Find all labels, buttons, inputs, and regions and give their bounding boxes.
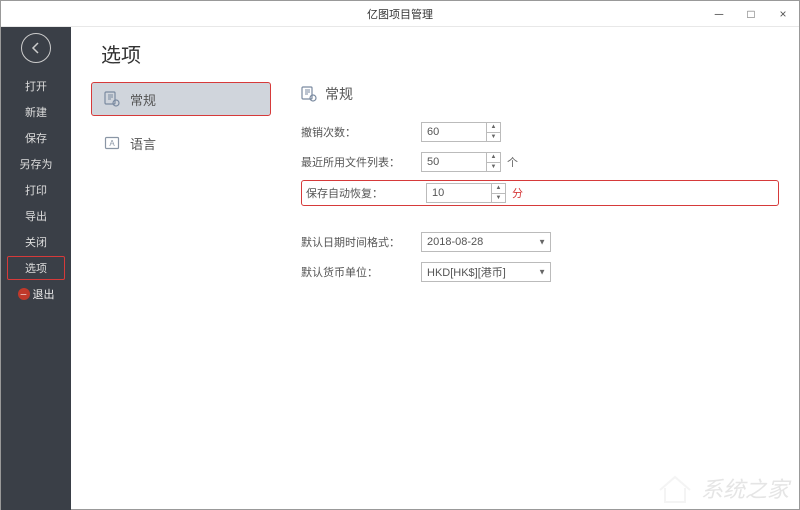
house-icon [655, 472, 695, 504]
sidebar-item-save[interactable]: 保存 [7, 126, 65, 150]
undo-field[interactable]: 60 ▲ ▼ [421, 122, 501, 142]
recent-label: 最近所用文件列表： [301, 154, 421, 170]
window-controls: ─ □ × [703, 1, 799, 27]
autosave-field[interactable]: 10 ▲ ▼ [426, 183, 506, 203]
content-panel: 选项 常规 A 语言 [71, 27, 799, 510]
spinner-down-icon[interactable]: ▼ [487, 133, 500, 142]
spinner-up-icon[interactable]: ▲ [492, 184, 505, 194]
spinner-up-icon[interactable]: ▲ [487, 123, 500, 133]
chevron-down-icon[interactable]: ▼ [538, 268, 546, 277]
sidebar-item-exit[interactable]: ─ 退出 [7, 282, 65, 306]
autosave-value: 10 [432, 187, 444, 199]
spinner-down-icon[interactable]: ▼ [487, 163, 500, 172]
chevron-down-icon[interactable]: ▼ [538, 238, 546, 247]
sidebar-item-export[interactable]: 导出 [7, 204, 65, 228]
category-language[interactable]: A 语言 [91, 126, 271, 160]
recent-spinner: ▲ ▼ [486, 153, 500, 171]
page-title: 选项 [101, 39, 779, 68]
autosave-label: 保存自动恢复： [306, 185, 426, 201]
section-title: 常规 [325, 84, 353, 104]
category-general[interactable]: 常规 [91, 82, 271, 116]
sidebar-item-print[interactable]: 打印 [7, 178, 65, 202]
title-bar: 亿图项目管理 ─ □ × [1, 1, 799, 27]
maximize-button[interactable]: □ [735, 1, 767, 27]
back-button[interactable] [21, 33, 51, 63]
undo-label: 撤销次数： [301, 124, 421, 140]
window-title: 亿图项目管理 [367, 6, 433, 22]
category-list: 常规 A 语言 [91, 82, 271, 290]
row-currency: 默认货币单位： HKD[HK$][港币] ▼ [301, 260, 779, 284]
section-header: 常规 [301, 84, 779, 104]
recent-value: 50 [427, 156, 439, 168]
watermark: 系统之家 [655, 472, 789, 504]
recent-unit: 个 [507, 154, 518, 170]
row-undo: 撤销次数： 60 ▲ ▼ [301, 120, 779, 144]
category-language-label: 语言 [130, 134, 156, 153]
sidebar: 打开 新建 保存 另存为 打印 导出 关闭 选项 ─ 退出 [1, 27, 71, 510]
sidebar-item-options[interactable]: 选项 [7, 256, 65, 280]
category-general-label: 常规 [130, 90, 156, 109]
exit-icon: ─ [18, 288, 30, 300]
row-dateformat: 默认日期时间格式： 2018-08-28 ▼ [301, 230, 779, 254]
dateformat-label: 默认日期时间格式： [301, 234, 421, 250]
spinner-down-icon[interactable]: ▼ [492, 194, 505, 203]
row-recent: 最近所用文件列表： 50 ▲ ▼ 个 [301, 150, 779, 174]
arrow-left-icon [30, 42, 42, 54]
close-button[interactable]: × [767, 1, 799, 27]
currency-label: 默认货币单位： [301, 264, 421, 280]
currency-value: HKD[HK$][港币] [427, 264, 506, 280]
currency-field[interactable]: HKD[HK$][港币] ▼ [421, 262, 551, 282]
undo-spinner: ▲ ▼ [486, 123, 500, 141]
spinner-up-icon[interactable]: ▲ [487, 153, 500, 163]
settings-panel: 常规 撤销次数： 60 ▲ ▼ 最近所用文件列表： 50 [301, 82, 779, 290]
minimize-button[interactable]: ─ [703, 1, 735, 27]
general-icon [104, 91, 120, 107]
general-icon [301, 86, 317, 102]
language-icon: A [104, 135, 120, 151]
undo-value: 60 [427, 126, 439, 138]
sidebar-item-new[interactable]: 新建 [7, 100, 65, 124]
autosave-unit: 分 [512, 185, 523, 201]
dateformat-value: 2018-08-28 [427, 236, 483, 248]
recent-field[interactable]: 50 ▲ ▼ [421, 152, 501, 172]
sidebar-item-saveas[interactable]: 另存为 [7, 152, 65, 176]
main-area: 打开 新建 保存 另存为 打印 导出 关闭 选项 ─ 退出 选项 常规 [1, 27, 799, 510]
sidebar-item-open[interactable]: 打开 [7, 74, 65, 98]
row-autosave: 保存自动恢复： 10 ▲ ▼ 分 [301, 180, 779, 206]
sidebar-item-close[interactable]: 关闭 [7, 230, 65, 254]
autosave-spinner: ▲ ▼ [491, 184, 505, 202]
dateformat-field[interactable]: 2018-08-28 ▼ [421, 232, 551, 252]
svg-text:A: A [109, 139, 115, 148]
